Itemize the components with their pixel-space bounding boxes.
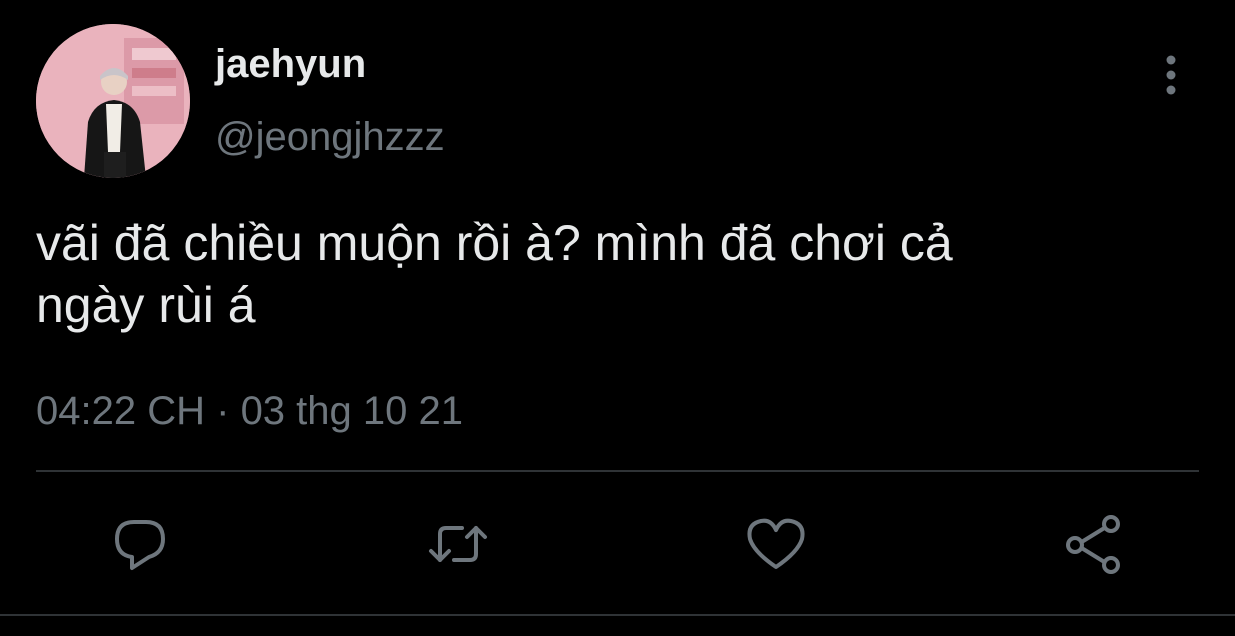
divider (36, 470, 1199, 472)
comment-icon (115, 520, 165, 570)
heart-icon (747, 518, 805, 569)
tweet-date: 03 thg 10 21 (240, 389, 463, 433)
reply-button[interactable] (108, 512, 172, 576)
user-handle[interactable]: @jeongjhzzz (215, 113, 445, 161)
tweet-time: 04:22 CH (36, 389, 205, 433)
tweet-detail: jaehyun @jeongjhzzz vãi đã chiều muộn rồ… (0, 0, 1235, 636)
tweet-text: vãi đã chiều muộn rồi à? mình đã chơi cả… (36, 215, 953, 333)
more-vertical-icon (1166, 55, 1176, 95)
divider-bottom (0, 614, 1235, 616)
display-name[interactable]: jaehyun (215, 40, 366, 88)
share-icon (1066, 515, 1120, 574)
tweet-timestamp[interactable]: 04:22 CH · 03 thg 10 21 (36, 386, 463, 436)
meta-separator: · (216, 389, 230, 433)
like-button[interactable] (744, 512, 808, 576)
retweet-icon (429, 526, 487, 562)
retweet-button[interactable] (426, 512, 490, 576)
avatar[interactable] (36, 24, 190, 178)
profile-photo-icon (36, 24, 190, 178)
more-options-button[interactable] (1150, 52, 1192, 100)
share-button[interactable] (1062, 512, 1126, 576)
